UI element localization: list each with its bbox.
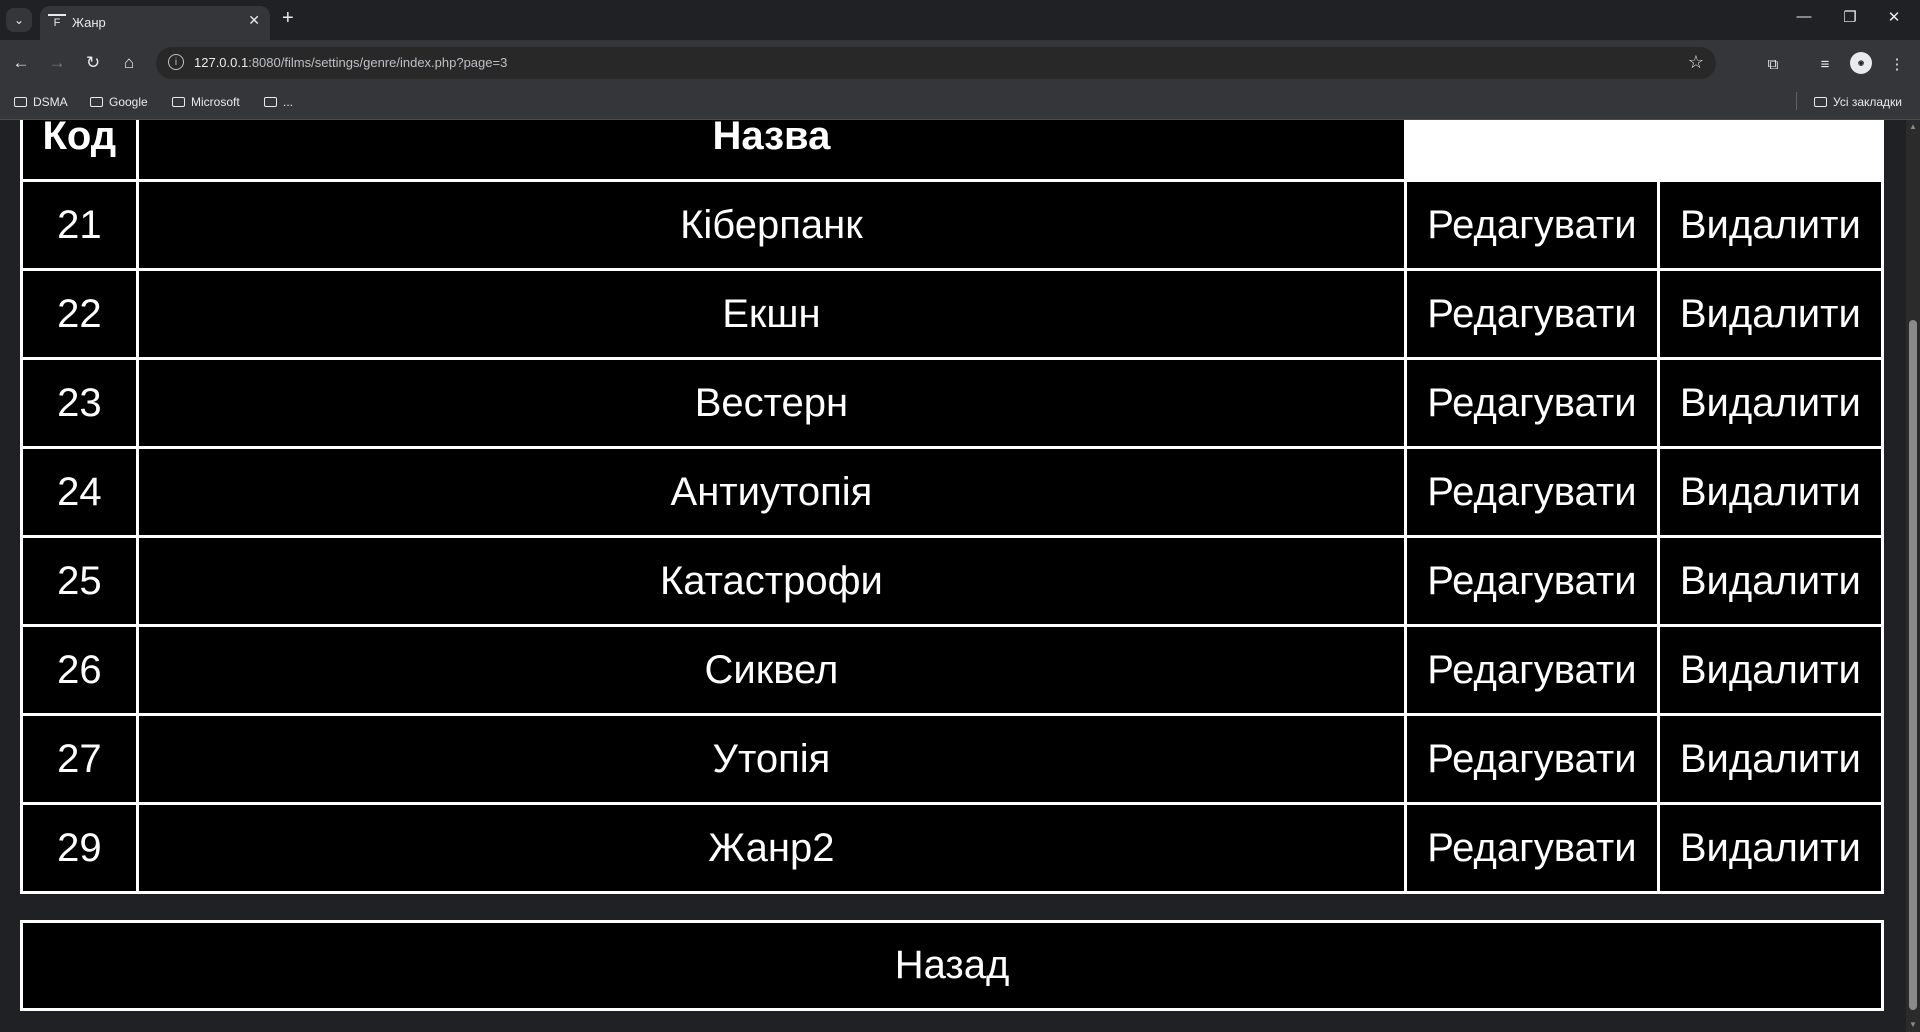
delete-link[interactable]: Видалити xyxy=(1680,203,1861,247)
url-host: 127.0.0.1 xyxy=(194,55,249,70)
bookmark-folder-dsma[interactable]: DSMA xyxy=(14,95,68,109)
restore-button[interactable]: ❐ xyxy=(1830,8,1870,26)
cell-name: Сиквел xyxy=(138,627,1405,713)
folder-icon xyxy=(90,97,103,107)
bookmarks-bar: DSMA Google Microsoft ... Усі закладки xyxy=(0,86,1920,120)
page-scrollbar[interactable]: ▲ ▼ xyxy=(1906,120,1920,1032)
bookmark-label: Усі закладки xyxy=(1833,95,1903,109)
bookmark-star-icon[interactable]: ☆ xyxy=(1688,52,1704,73)
url-path: :8080/films/settings/genre/index.php?pag… xyxy=(248,55,508,70)
delete-link[interactable]: Видалити xyxy=(1680,737,1861,781)
tab-strip: ⌄ F Жанр ✕ + — ❐ ✕ xyxy=(0,0,1920,40)
cell-name: Катастрофи xyxy=(138,538,1405,624)
cell-code: 29 xyxy=(23,805,136,891)
bookmark-label: ... xyxy=(283,95,294,109)
folder-icon xyxy=(1814,97,1827,107)
bookmark-label: DSMA xyxy=(33,95,68,109)
edit-link[interactable]: Редагувати xyxy=(1427,559,1636,603)
address-bar[interactable]: i 127.0.0.1:8080/films/settings/genre/in… xyxy=(156,47,1716,79)
back-arrow-icon[interactable]: ← xyxy=(8,50,34,76)
cell-name: Екшн xyxy=(138,271,1405,357)
header-name: Назва xyxy=(138,120,1405,179)
cell-code: 24 xyxy=(23,449,136,535)
profile-avatar[interactable]: ◉ xyxy=(1850,52,1872,74)
delete-link[interactable]: Видалити xyxy=(1680,470,1861,514)
cell-code: 22 xyxy=(23,271,136,357)
delete-link[interactable]: Видалити xyxy=(1680,648,1861,692)
genre-table: Код Назва 21 Кіберпанк Редагувати Видали… xyxy=(20,120,1884,894)
table-row: 25 Катастрофи Редагувати Видалити xyxy=(23,538,1881,624)
cell-code: 25 xyxy=(23,538,136,624)
delete-link[interactable]: Видалити xyxy=(1680,559,1861,603)
table-row: 24 Антиутопія Редагувати Видалити xyxy=(23,449,1881,535)
table-row: 27 Утопія Редагувати Видалити xyxy=(23,716,1881,802)
folder-icon xyxy=(14,97,27,107)
table-header-row: Код Назва xyxy=(23,120,1881,179)
bookmark-folder-more[interactable]: ... xyxy=(264,95,293,109)
scroll-up-icon[interactable]: ▲ xyxy=(1909,122,1917,132)
url-text: 127.0.0.1:8080/films/settings/genre/inde… xyxy=(194,55,507,70)
tab-search-button[interactable]: ⌄ xyxy=(6,8,32,32)
delete-link[interactable]: Видалити xyxy=(1680,381,1861,425)
chevron-down-icon: ⌄ xyxy=(13,13,25,27)
cell-name: Вестерн xyxy=(138,360,1405,446)
edit-link[interactable]: Редагувати xyxy=(1427,470,1636,514)
header-code: Код xyxy=(23,120,136,179)
delete-link[interactable]: Видалити xyxy=(1680,292,1861,336)
cell-name: Антиутопія xyxy=(138,449,1405,535)
reload-icon[interactable]: ↻ xyxy=(80,50,106,76)
cell-name: Кіберпанк xyxy=(138,182,1405,268)
bookmark-label: Microsoft xyxy=(191,95,240,109)
table-row: 22 Екшн Редагувати Видалити xyxy=(23,271,1881,357)
table-row: 26 Сиквел Редагувати Видалити xyxy=(23,627,1881,713)
folder-icon xyxy=(172,97,185,107)
favicon-icon: F xyxy=(48,14,66,30)
minimize-button[interactable]: — xyxy=(1784,8,1824,25)
delete-link[interactable]: Видалити xyxy=(1680,826,1861,870)
site-info-icon[interactable]: i xyxy=(168,54,184,70)
bookmarks-divider xyxy=(1796,92,1797,110)
close-tab-icon[interactable]: ✕ xyxy=(248,12,260,29)
table-row: 21 Кіберпанк Редагувати Видалити xyxy=(23,182,1881,268)
all-bookmarks-folder[interactable]: Усі закладки xyxy=(1814,95,1902,109)
scroll-down-icon[interactable]: ▼ xyxy=(1909,1020,1917,1030)
cell-code: 27 xyxy=(23,716,136,802)
cell-name: Утопія xyxy=(138,716,1405,802)
close-window-button[interactable]: ✕ xyxy=(1874,8,1914,26)
edit-link[interactable]: Редагувати xyxy=(1427,737,1636,781)
home-icon[interactable]: ⌂ xyxy=(116,50,142,76)
edit-link[interactable]: Редагувати xyxy=(1427,292,1636,336)
tab-active[interactable]: F Жанр ✕ xyxy=(40,6,270,40)
edit-link[interactable]: Редагувати xyxy=(1427,381,1636,425)
back-button[interactable]: Назад xyxy=(20,920,1884,1011)
bookmark-label: Google xyxy=(109,95,148,109)
bookmark-folder-microsoft[interactable]: Microsoft xyxy=(172,95,240,109)
table-row: 23 Вестерн Редагувати Видалити xyxy=(23,360,1881,446)
edit-link[interactable]: Редагувати xyxy=(1427,826,1636,870)
cell-name: Жанр2 xyxy=(138,805,1405,891)
extensions-icon[interactable]: ⧉ xyxy=(1760,51,1786,77)
cell-code: 26 xyxy=(23,627,136,713)
bookmark-folder-google[interactable]: Google xyxy=(90,95,148,109)
header-actions-blank xyxy=(1407,120,1881,179)
cell-code: 23 xyxy=(23,360,136,446)
table-row: 29 Жанр2 Редагувати Видалити xyxy=(23,805,1881,891)
edit-link[interactable]: Редагувати xyxy=(1427,203,1636,247)
cell-code: 21 xyxy=(23,182,136,268)
edit-link[interactable]: Редагувати xyxy=(1427,648,1636,692)
media-control-icon[interactable]: ≡ xyxy=(1812,51,1838,77)
scroll-thumb[interactable] xyxy=(1909,320,1917,1010)
forward-arrow-icon[interactable]: → xyxy=(44,50,70,76)
page-viewport: Код Назва 21 Кіберпанк Редагувати Видали… xyxy=(0,120,1920,1032)
tab-title: Жанр xyxy=(72,15,106,30)
new-tab-button[interactable]: + xyxy=(282,7,294,30)
folder-icon xyxy=(264,97,277,107)
menu-kebab-icon[interactable]: ⋮ xyxy=(1884,51,1910,77)
